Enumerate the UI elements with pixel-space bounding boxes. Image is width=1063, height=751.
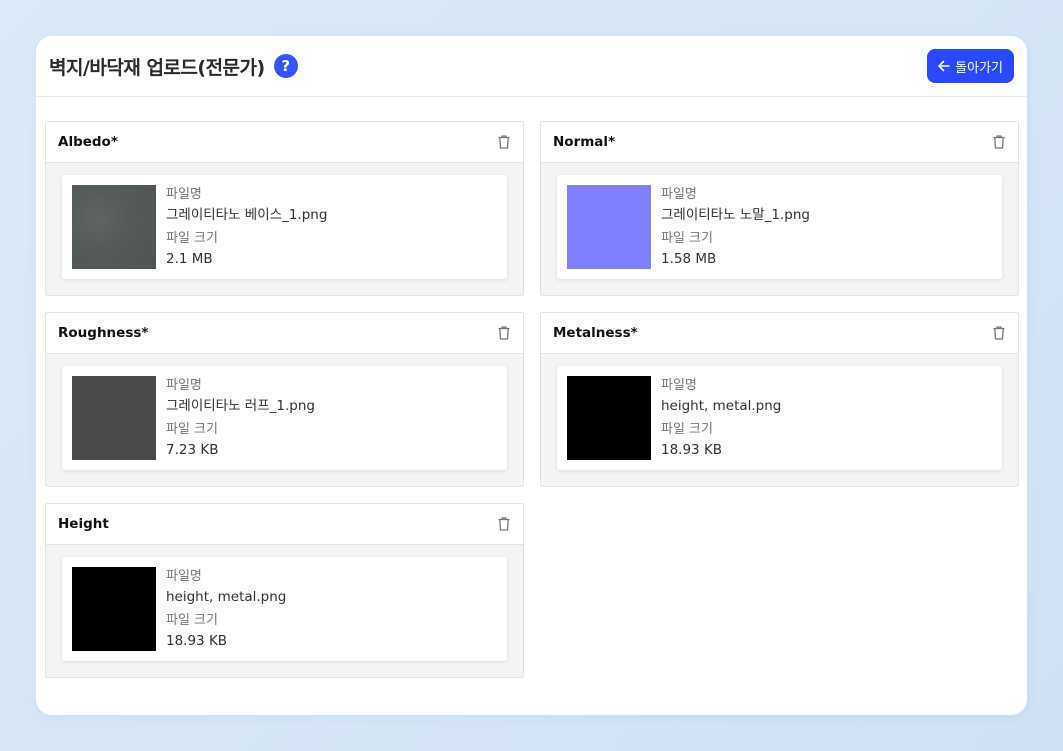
texture-thumbnail <box>567 185 651 269</box>
file-size-value: 2.1 MB <box>166 251 213 267</box>
page-title: 벽지/바닥재 업로드(전문가) <box>49 56 265 79</box>
texture-card-albedo: Albedo* 파일명 그레이티타노 베이스_1.png 파일 크기 2.1 M… <box>45 121 524 296</box>
card-title: Metalness* <box>553 325 638 341</box>
panel-header: 벽지/바닥재 업로드(전문가) ? 돌아가기 <box>36 36 1027 97</box>
file-info-box: 파일명 그레이티타노 러프_1.png 파일 크기 7.23 KB <box>62 366 507 470</box>
trash-icon[interactable] <box>988 131 1010 153</box>
trash-icon[interactable] <box>988 322 1010 344</box>
back-button[interactable]: 돌아가기 <box>927 49 1014 83</box>
file-name-label: 파일명 <box>661 378 697 393</box>
file-size-label: 파일 크기 <box>166 422 218 437</box>
file-name-value: height, metal.png <box>166 589 287 605</box>
texture-card-roughness: Roughness* 파일명 그레이티타노 러프_1.png 파일 크기 7.2… <box>45 312 524 487</box>
arrow-left-icon <box>938 60 950 72</box>
trash-icon[interactable] <box>493 322 515 344</box>
card-title: Albedo* <box>58 134 118 150</box>
texture-card-metalness: Metalness* 파일명 height, metal.png 파일 크기 1… <box>540 312 1019 487</box>
card-header: Height <box>46 504 523 545</box>
file-info-box: 파일명 그레이티타노 노말_1.png 파일 크기 1.58 MB <box>557 175 1002 279</box>
card-header: Roughness* <box>46 313 523 354</box>
file-name-label: 파일명 <box>166 569 202 584</box>
file-meta: 파일명 그레이티타노 러프_1.png 파일 크기 7.23 KB <box>166 376 315 464</box>
texture-card-height: Height 파일명 height, metal.png 파일 크기 18.93… <box>45 503 524 678</box>
file-meta: 파일명 그레이티타노 베이스_1.png 파일 크기 2.1 MB <box>166 185 327 273</box>
texture-thumbnail <box>72 185 156 269</box>
file-size-label: 파일 크기 <box>166 231 218 246</box>
texture-thumbnail <box>72 567 156 651</box>
file-size-value: 18.93 KB <box>166 633 228 649</box>
file-meta: 파일명 height, metal.png 파일 크기 18.93 KB <box>661 376 781 464</box>
file-name-value: height, metal.png <box>661 398 782 414</box>
file-size-label: 파일 크기 <box>661 422 713 437</box>
file-info-box: 파일명 height, metal.png 파일 크기 18.93 KB <box>62 557 507 661</box>
file-size-value: 18.93 KB <box>661 442 723 458</box>
card-title: Normal* <box>553 134 616 150</box>
card-title: Height <box>58 516 109 532</box>
card-header: Albedo* <box>46 122 523 163</box>
file-meta: 파일명 그레이티타노 노말_1.png 파일 크기 1.58 MB <box>661 185 810 273</box>
file-size-value: 1.58 MB <box>661 251 717 267</box>
file-name-label: 파일명 <box>166 378 202 393</box>
file-info-box: 파일명 height, metal.png 파일 크기 18.93 KB <box>557 366 1002 470</box>
file-name-value: 그레이티타노 베이스_1.png <box>166 207 328 223</box>
back-button-label: 돌아가기 <box>955 60 1003 76</box>
file-size-label: 파일 크기 <box>661 231 713 246</box>
texture-thumbnail <box>72 376 156 460</box>
title-wrap: 벽지/바닥재 업로드(전문가) ? <box>49 53 298 80</box>
texture-thumbnail <box>567 376 651 460</box>
card-title: Roughness* <box>58 325 149 341</box>
trash-icon[interactable] <box>493 131 515 153</box>
file-meta: 파일명 height, metal.png 파일 크기 18.93 KB <box>166 567 286 655</box>
trash-icon[interactable] <box>493 513 515 535</box>
file-info-box: 파일명 그레이티타노 베이스_1.png 파일 크기 2.1 MB <box>62 175 507 279</box>
card-header: Normal* <box>541 122 1018 163</box>
file-size-value: 7.23 KB <box>166 442 219 458</box>
file-name-label: 파일명 <box>166 187 202 202</box>
card-header: Metalness* <box>541 313 1018 354</box>
file-size-label: 파일 크기 <box>166 613 218 628</box>
file-name-label: 파일명 <box>661 187 697 202</box>
file-name-value: 그레이티타노 노말_1.png <box>661 207 810 223</box>
file-name-value: 그레이티타노 러프_1.png <box>166 398 315 414</box>
texture-card-normal: Normal* 파일명 그레이티타노 노말_1.png 파일 크기 1.58 M… <box>540 121 1019 296</box>
question-icon[interactable]: ? <box>273 54 298 78</box>
